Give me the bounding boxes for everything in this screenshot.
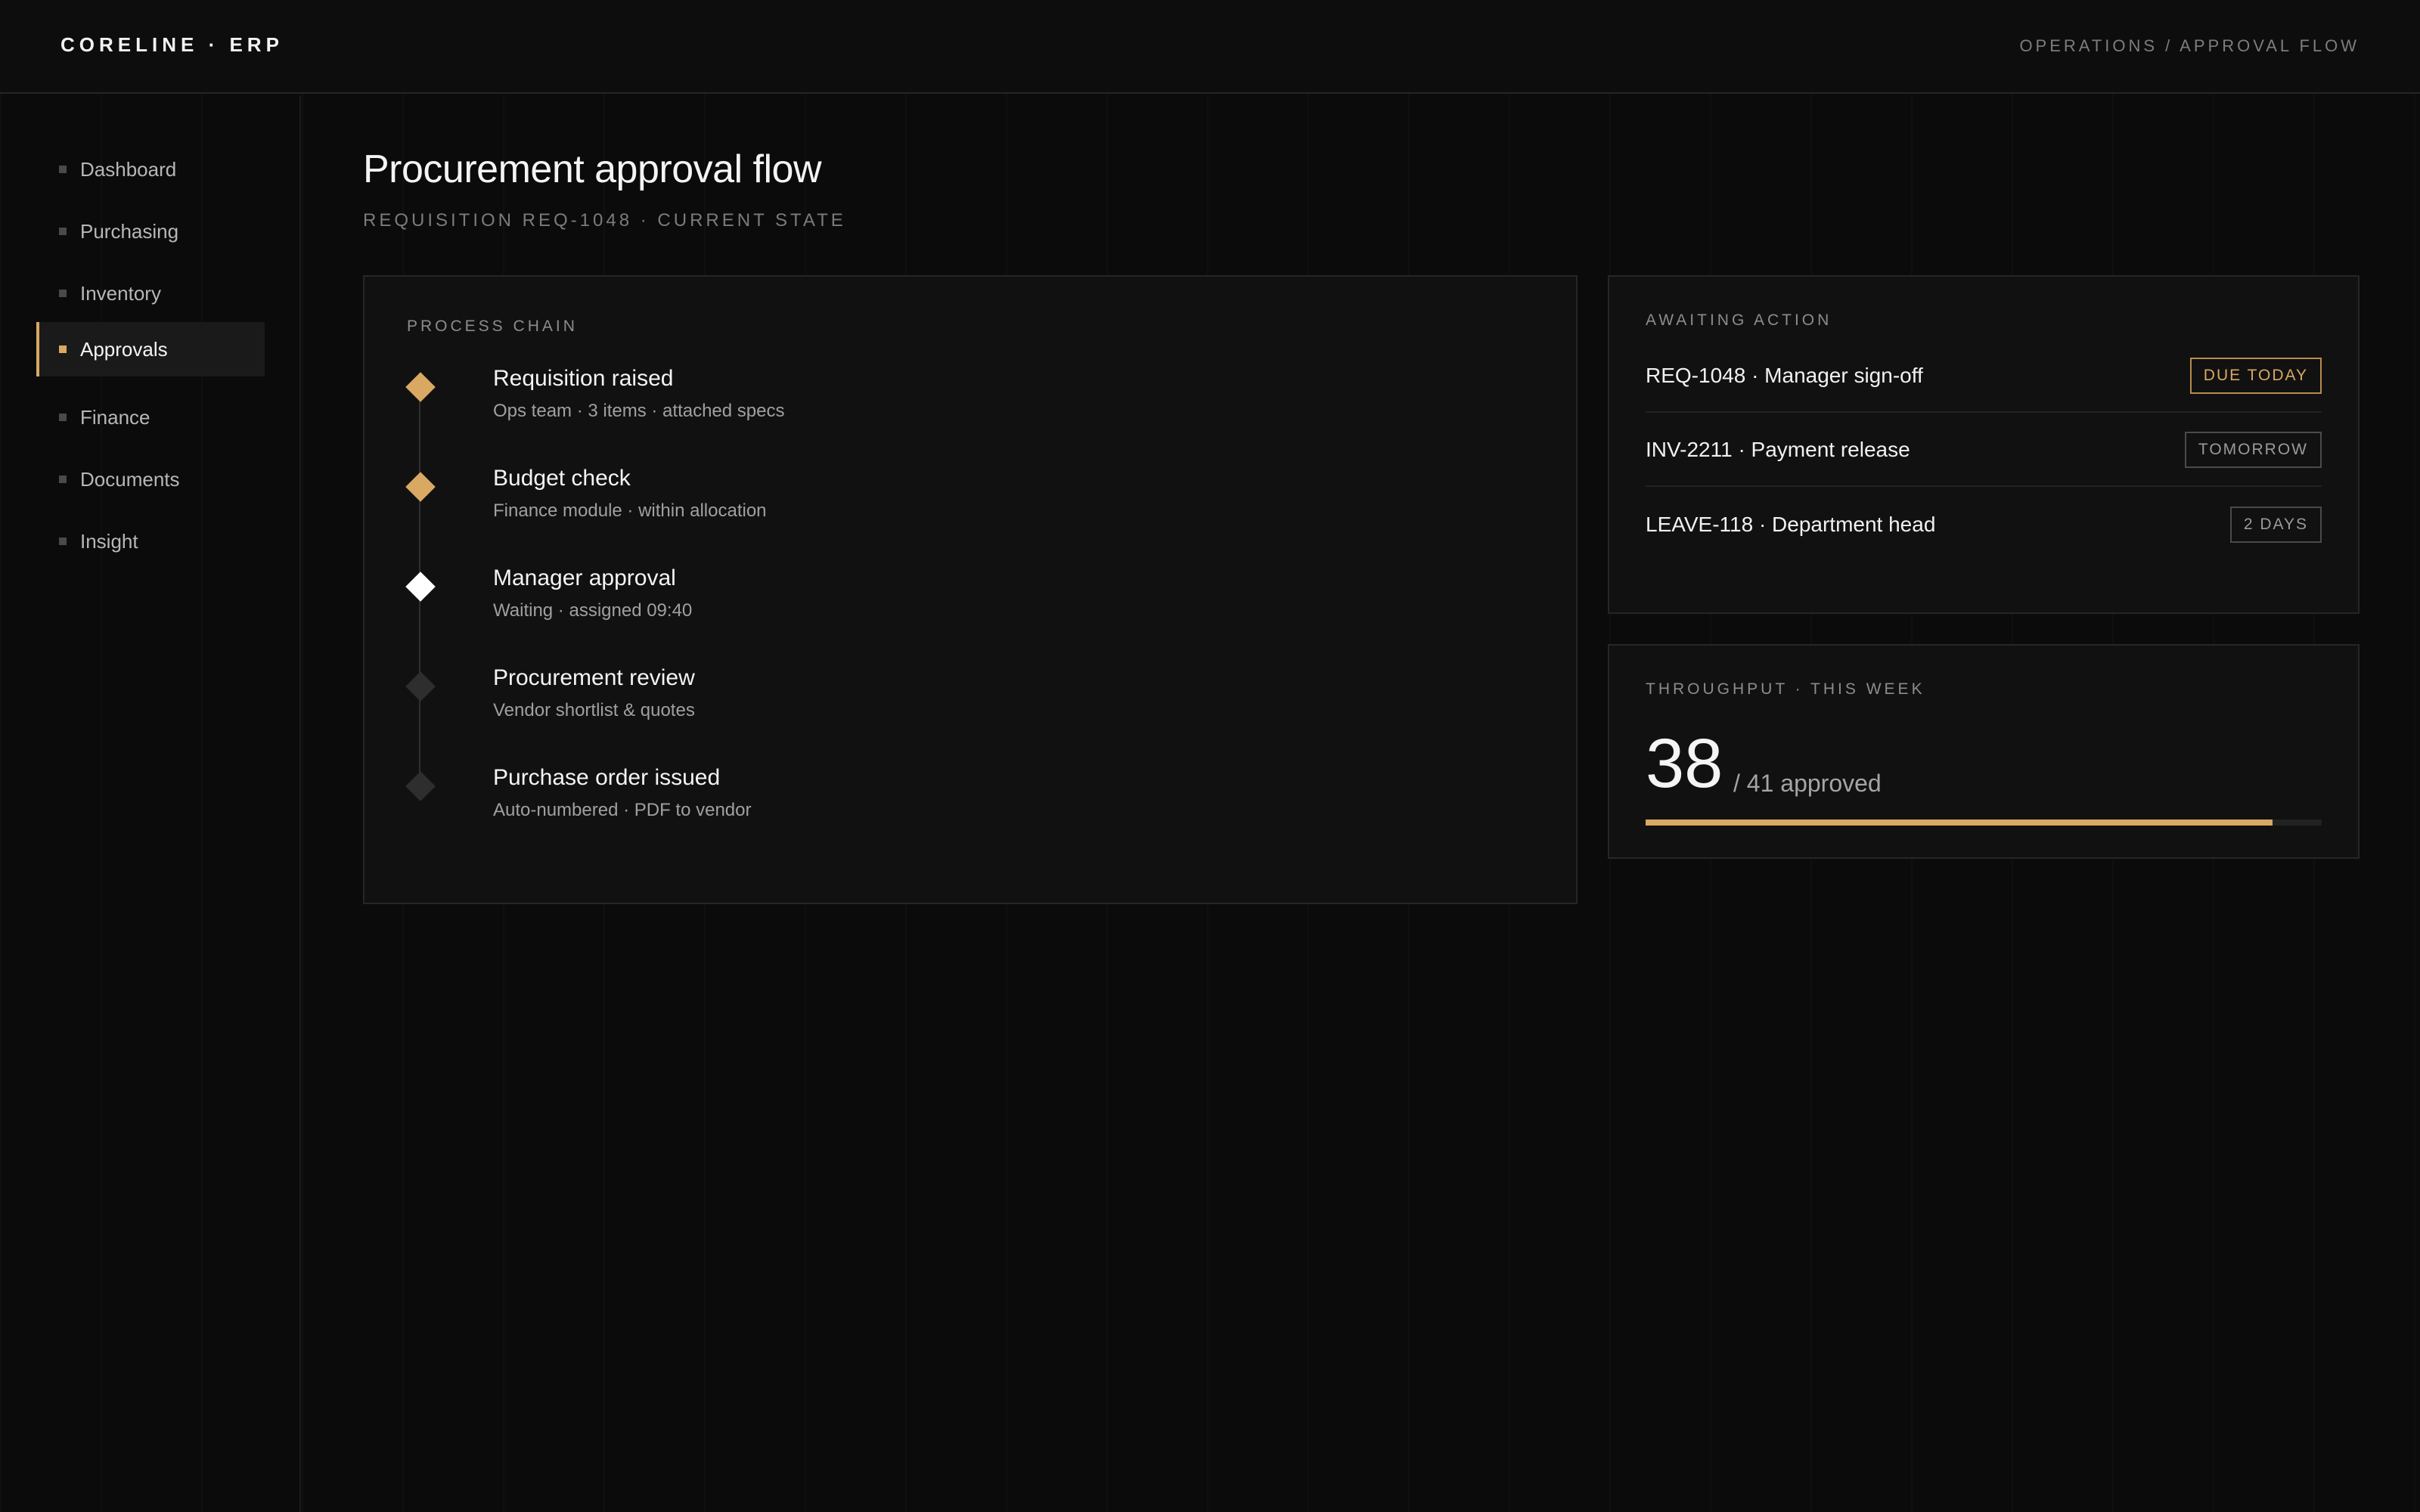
page-subtitle: REQUISITION REQ-1048 · CURRENT STATE <box>363 210 846 231</box>
step-detail: Ops team · 3 items · attached specs <box>493 401 785 421</box>
sidebar: Dashboard Purchasing Inventory Approvals… <box>0 95 301 1512</box>
step-detail: Finance module · within allocation <box>493 500 767 521</box>
approved-total: / 41 approved <box>1733 770 1882 797</box>
sidebar-item-label: Approvals <box>80 337 168 361</box>
awaiting-item-text: INV-2211 · Payment release <box>1646 438 1910 461</box>
bullet-icon <box>59 476 67 483</box>
bullet-icon <box>59 414 67 421</box>
page-title: Procurement approval flow <box>363 147 822 191</box>
process-step[interactable]: Budget check Finance module · within all… <box>405 466 1464 549</box>
process-chain-card: PROCESS CHAIN Requisition raised Ops tea… <box>363 275 1578 904</box>
process-step-current[interactable]: Manager approval Waiting · assigned 09:4… <box>405 565 1464 649</box>
step-done-diamond-icon <box>405 472 436 502</box>
due-badge: DUE TODAY <box>2189 358 2322 394</box>
bullet-icon <box>59 166 67 173</box>
step-title: Purchase order issued <box>493 765 721 790</box>
process-chain-label: PROCESS CHAIN <box>407 318 578 335</box>
sidebar-item-insight[interactable]: Insight <box>36 514 265 569</box>
sidebar-item-documents[interactable]: Documents <box>36 452 265 507</box>
sidebar-item-finance[interactable]: Finance <box>36 390 265 445</box>
awaiting-item[interactable]: INV-2211 · Payment release TOMORROW <box>1646 414 2322 487</box>
throughput-progress-fill <box>1646 820 2273 826</box>
process-step[interactable]: Requisition raised Ops team · 3 items · … <box>405 366 1464 449</box>
sidebar-item-label: Documents <box>80 467 180 491</box>
sidebar-item-purchasing[interactable]: Purchasing <box>36 204 265 259</box>
sidebar-item-inventory[interactable]: Inventory <box>36 266 265 321</box>
step-detail: Auto-numbered · PDF to vendor <box>493 800 752 820</box>
bullet-icon <box>59 345 67 353</box>
step-detail: Vendor shortlist & quotes <box>493 700 695 720</box>
sidebar-item-label: Finance <box>80 405 150 429</box>
top-bar: CORELINE · ERP OPERATIONS / APPROVAL FLO… <box>0 0 2420 94</box>
step-title: Manager approval <box>493 565 676 590</box>
bullet-icon <box>59 228 67 235</box>
sidebar-item-dashboard[interactable]: Dashboard <box>36 142 265 197</box>
process-step[interactable]: Procurement review Vendor shortlist & qu… <box>405 665 1464 748</box>
sidebar-item-label: Inventory <box>80 281 161 305</box>
throughput-label: THROUGHPUT · THIS WEEK <box>1646 680 1925 698</box>
step-done-diamond-icon <box>405 372 436 402</box>
sidebar-item-label: Insight <box>80 529 138 553</box>
sidebar-item-approvals[interactable]: Approvals <box>36 322 265 376</box>
throughput-card: THROUGHPUT · THIS WEEK 38 / 41 approved <box>1608 644 2360 859</box>
breadcrumb: OPERATIONS / APPROVAL FLOW <box>2019 36 2360 55</box>
process-step[interactable]: Purchase order issued Auto-numbered · PD… <box>405 765 1464 848</box>
awaiting-action-card: AWAITING ACTION REQ-1048 · Manager sign-… <box>1608 275 2360 614</box>
step-title: Budget check <box>493 466 631 491</box>
throughput-progress-track <box>1646 820 2322 826</box>
step-title: Procurement review <box>493 665 695 690</box>
step-current-diamond-icon <box>405 572 436 602</box>
bullet-icon <box>59 538 67 545</box>
awaiting-item[interactable]: REQ-1048 · Manager sign-off DUE TODAY <box>1646 340 2322 413</box>
awaiting-item[interactable]: LEAVE-118 · Department head 2 DAYS <box>1646 488 2322 561</box>
awaiting-action-label: AWAITING ACTION <box>1646 311 1832 329</box>
awaiting-item-text: REQ-1048 · Manager sign-off <box>1646 364 1923 387</box>
awaiting-item-text: LEAVE-118 · Department head <box>1646 513 1936 536</box>
due-badge: 2 DAYS <box>2229 507 2322 543</box>
sidebar-item-label: Dashboard <box>80 157 177 181</box>
brand-logo[interactable]: CORELINE · ERP <box>60 33 284 57</box>
due-badge: TOMORROW <box>2184 432 2322 468</box>
step-pending-diamond-icon <box>405 771 436 801</box>
approved-count: 38 <box>1646 725 1723 802</box>
sidebar-item-label: Purchasing <box>80 219 179 243</box>
step-pending-diamond-icon <box>405 671 436 702</box>
step-detail: Waiting · assigned 09:40 <box>493 600 693 621</box>
step-title: Requisition raised <box>493 366 674 391</box>
bullet-icon <box>59 290 67 297</box>
